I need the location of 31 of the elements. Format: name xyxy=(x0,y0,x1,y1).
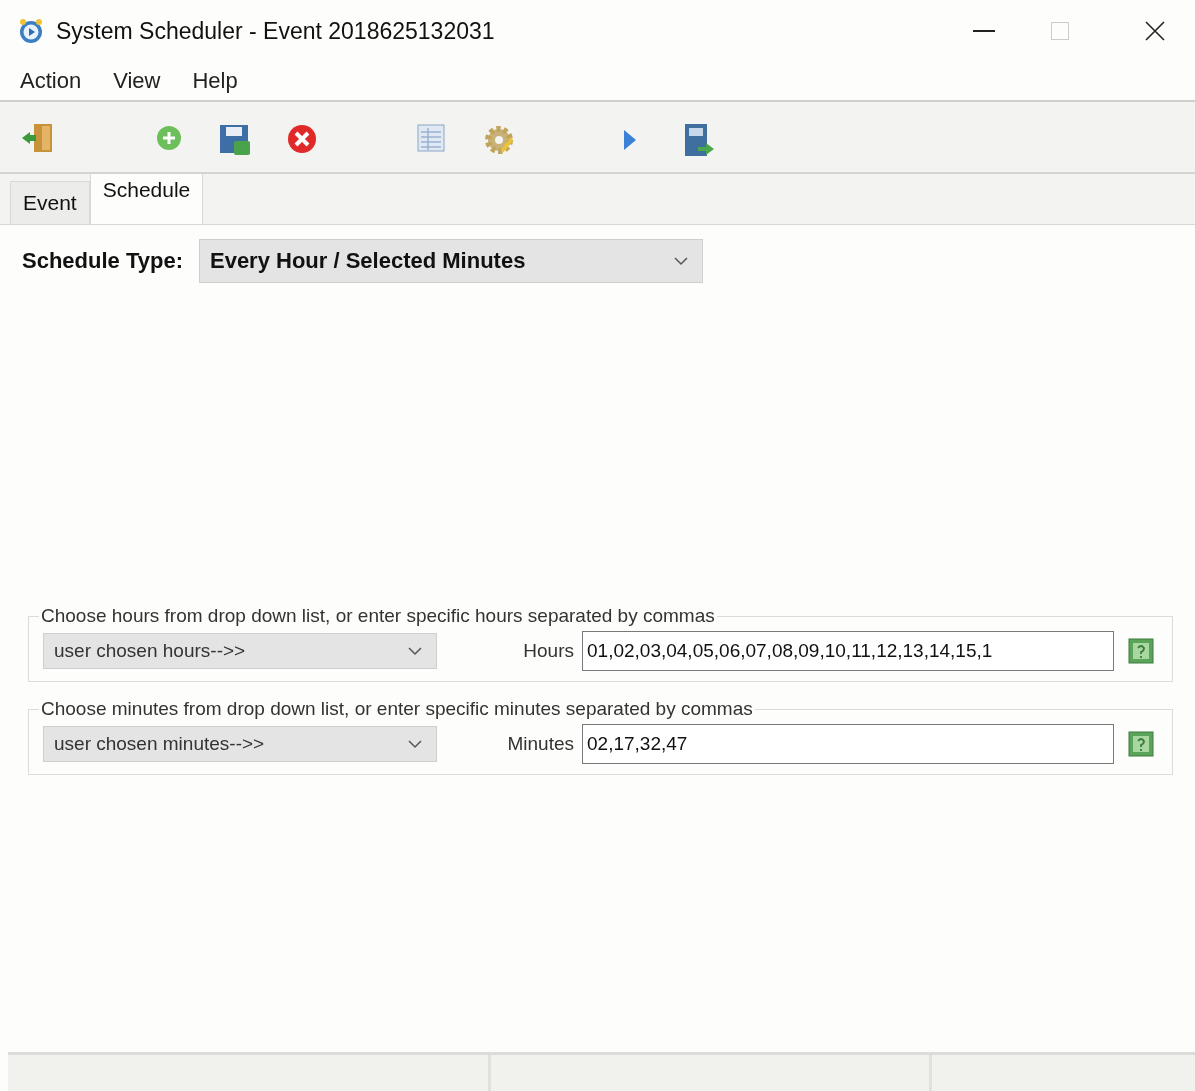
help-icon[interactable] xyxy=(1128,731,1154,757)
chevron-down-icon xyxy=(408,646,422,656)
clock-app-icon xyxy=(18,18,44,44)
schedule-type-label: Schedule Type: xyxy=(22,248,183,274)
dropdown[interactable]: user chosen minutes-->> xyxy=(43,726,437,762)
delete-icon[interactable] xyxy=(286,123,318,155)
add-icon[interactable] xyxy=(154,123,184,153)
document-arrow-icon[interactable] xyxy=(682,123,716,159)
gear-icon[interactable] xyxy=(482,123,516,157)
save-icon[interactable] xyxy=(218,123,252,157)
menu-item[interactable]: View xyxy=(105,68,169,94)
dropdown[interactable]: user chosen hours-->> xyxy=(43,633,437,669)
group-legend: Choose hours from drop down list, or enter specific hours separated by commas xyxy=(39,605,717,627)
input-field[interactable]: 02,17,32,47 xyxy=(582,724,1114,764)
list-icon[interactable] xyxy=(416,123,446,153)
field-label: Minutes xyxy=(507,733,574,755)
play-icon[interactable] xyxy=(622,128,638,152)
tab[interactable]: Event xyxy=(10,181,90,224)
schedule-type-dropdown[interactable]: Every Hour / Selected Minutes xyxy=(198,239,703,283)
window-title: System Scheduler - Event 2018625132031 xyxy=(56,17,496,45)
help-icon[interactable] xyxy=(1128,638,1154,664)
menu-item[interactable]: Help xyxy=(184,68,246,94)
menu-item[interactable]: Action xyxy=(12,68,90,94)
field-label: Hours xyxy=(523,640,574,662)
maximize-icon[interactable] xyxy=(1051,22,1069,40)
chevron-down-icon xyxy=(408,739,422,749)
close-icon[interactable] xyxy=(1145,21,1165,41)
tab[interactable]: Schedule xyxy=(89,171,204,224)
input-field[interactable]: 01,02,03,04,05,06,07,08,09,10,11,12,13,14,15,1 xyxy=(582,631,1114,671)
group-legend: Choose minutes from drop down list, or enter specific minutes separated by commas xyxy=(39,698,755,720)
chevron-down-icon xyxy=(673,256,688,266)
